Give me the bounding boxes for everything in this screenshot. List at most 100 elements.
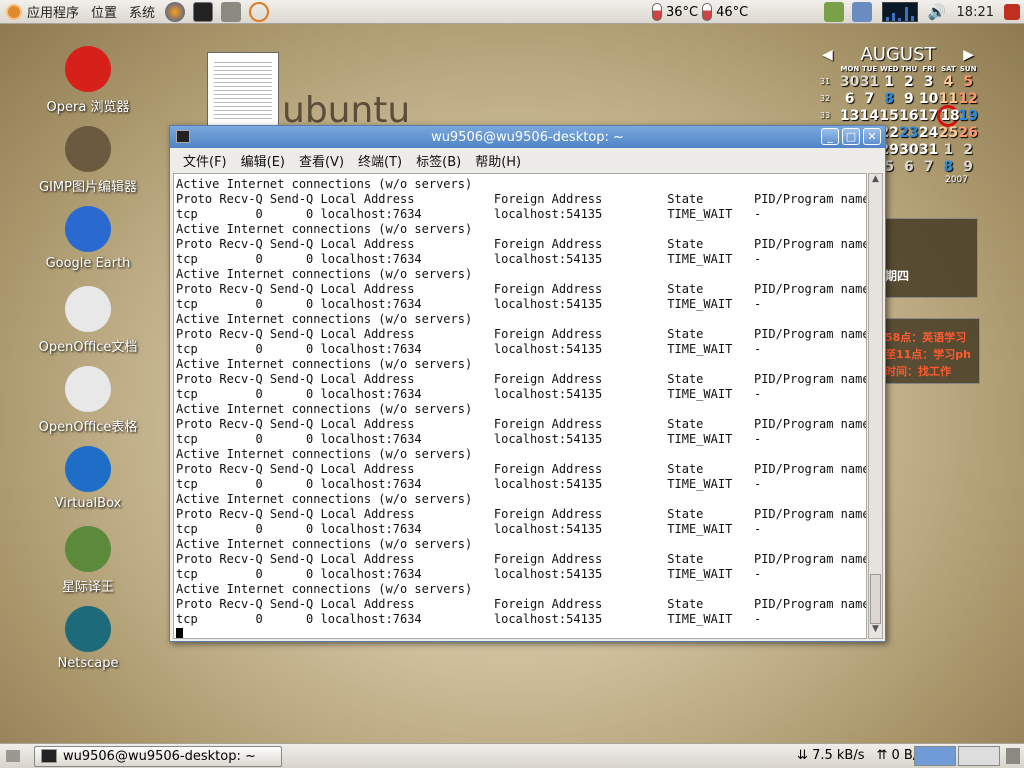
download-value: 7.5 kB/s: [812, 748, 865, 763]
desktop-icon[interactable]: Netscape: [38, 606, 138, 671]
netspeed-monitor[interactable]: ⇊ 7.5 kB/s ⇈ 0 B/s: [797, 748, 924, 763]
calendar-day[interactable]: 26: [958, 125, 978, 141]
calendar-day[interactable]: 9: [958, 159, 978, 175]
desktop-icon[interactable]: Opera 浏览器: [38, 46, 138, 115]
maximize-button[interactable]: □: [842, 128, 860, 145]
calendar-day[interactable]: 1: [939, 142, 959, 158]
workspace-switcher[interactable]: [914, 746, 1000, 766]
terminal-line: Active Internet connections (w/o servers…: [176, 267, 473, 281]
terminal-menu-item[interactable]: 编辑(E): [241, 151, 285, 170]
calendar-day[interactable]: 23: [899, 125, 919, 141]
calendar-day[interactable]: 19: [958, 108, 978, 124]
clock[interactable]: 18:21: [957, 5, 994, 20]
prev-month-icon[interactable]: ◀: [822, 47, 833, 63]
calendar-dow: FRI: [922, 65, 936, 73]
calendar-day[interactable]: 2: [958, 142, 978, 158]
calendar-day[interactable]: 14: [859, 108, 879, 124]
terminal-output[interactable]: Active Internet connections (w/o servers…: [173, 173, 867, 639]
terminal-menu-item[interactable]: 文件(F): [183, 151, 227, 170]
window-title: wu9506@wu9506-desktop: ~: [431, 129, 624, 145]
opera-icon: [65, 46, 111, 92]
calendar-day[interactable]: 2: [899, 74, 919, 90]
network-icon[interactable]: [851, 2, 872, 22]
desktop-icon[interactable]: Google Earth: [38, 206, 138, 271]
terminal-line: Active Internet connections (w/o servers…: [176, 312, 473, 326]
terminal-scrollbar[interactable]: ▲ ▼: [868, 173, 883, 639]
desktop-icon[interactable]: VirtualBox: [38, 446, 138, 511]
document-thumbnail[interactable]: [207, 52, 279, 128]
terminal-line: tcp 0 0 localhost:7634 localhost:54135 T…: [176, 432, 762, 446]
calendar-day[interactable]: 17: [919, 108, 939, 124]
workspace-1[interactable]: [914, 746, 956, 766]
calendar-day[interactable]: 7: [919, 159, 939, 175]
terminal-line: tcp 0 0 localhost:7634 localhost:54135 T…: [176, 252, 762, 266]
scrollbar-thumb[interactable]: [870, 574, 881, 624]
terminal-icon[interactable]: [193, 1, 214, 22]
places-menu[interactable]: 位置: [85, 0, 123, 24]
applications-menu[interactable]: 应用程序: [0, 0, 85, 24]
trash-icon[interactable]: [1006, 748, 1020, 764]
system-monitor[interactable]: [881, 2, 918, 22]
terminal-line: Proto Recv-Q Send-Q Local Address Foreig…: [176, 237, 867, 251]
calendar-day[interactable]: 3: [919, 74, 939, 90]
system-menu[interactable]: 系统: [123, 0, 161, 24]
calendar-day[interactable]: 15: [879, 108, 899, 124]
desktop-icon[interactable]: OpenOffice文档: [38, 286, 138, 355]
calendar-day[interactable]: 6: [840, 91, 860, 107]
workspace-2[interactable]: [958, 746, 1000, 766]
desktop-icon-label: Google Earth: [45, 256, 131, 271]
calendar-day[interactable]: 7: [860, 91, 880, 107]
terminal-menu-item[interactable]: 终端(T): [358, 151, 402, 170]
terminal-menu-item[interactable]: 标签(B): [416, 151, 461, 170]
screenshot-icon[interactable]: [221, 1, 242, 22]
desktop-icon[interactable]: OpenOffice表格: [38, 366, 138, 435]
minimize-button[interactable]: _: [821, 128, 839, 145]
calendar-dow: SUN: [959, 65, 977, 73]
calendar-day[interactable]: 13: [840, 108, 860, 124]
calendar-day[interactable]: 30: [840, 74, 860, 90]
calendar-day[interactable]: 31: [919, 142, 939, 158]
scroll-up-icon[interactable]: ▲: [869, 174, 882, 188]
calendar-day[interactable]: 31: [860, 74, 880, 90]
window-titlebar[interactable]: wu9506@wu9506-desktop: ~ _ □ ✕: [170, 126, 885, 148]
calendar-dow: SAT: [941, 65, 956, 73]
next-month-icon[interactable]: ▶: [963, 47, 974, 63]
cpu-temp: 36°C: [666, 4, 699, 20]
calendar-day[interactable]: 25: [939, 125, 959, 141]
terminal-line: Proto Recv-Q Send-Q Local Address Foreig…: [176, 417, 867, 431]
calendar-day[interactable]: 24: [919, 125, 939, 141]
volume-icon[interactable]: 🔊: [928, 3, 947, 21]
calendar-day[interactable]: 1: [879, 74, 899, 90]
scroll-down-icon[interactable]: ▼: [869, 624, 882, 638]
desktop-icon-label: 星际译王: [61, 580, 114, 595]
terminal-menu-item[interactable]: 查看(V): [299, 151, 344, 170]
terminal-icon[interactable]: [176, 130, 190, 143]
terminal-line: Active Internet connections (w/o servers…: [176, 222, 473, 236]
key-icon[interactable]: [249, 1, 270, 22]
calendar-today[interactable]: 18: [937, 104, 960, 127]
desktop-icon-label: VirtualBox: [54, 496, 122, 511]
calendar-day[interactable]: 16: [899, 108, 919, 124]
logout-icon[interactable]: [1004, 4, 1020, 20]
firefox-icon[interactable]: [165, 1, 186, 22]
calendar-day[interactable]: 9: [899, 91, 919, 107]
calendar-day[interactable]: 5: [958, 74, 978, 90]
show-desktop-icon[interactable]: [6, 750, 20, 762]
desktop-icon-label: Netscape: [57, 656, 119, 671]
calendar-day[interactable]: 30: [899, 142, 919, 158]
desktop-icon[interactable]: GIMP图片编辑器: [38, 126, 138, 195]
terminal-line: Active Internet connections (w/o servers…: [176, 582, 473, 596]
terminal-menu-item[interactable]: 帮助(H): [475, 151, 521, 170]
taskbar-button-terminal[interactable]: wu9506@wu9506-desktop: ~: [34, 745, 282, 767]
close-button[interactable]: ✕: [863, 128, 881, 145]
terminal-line: Proto Recv-Q Send-Q Local Address Foreig…: [176, 372, 867, 386]
calendar-day[interactable]: 12: [958, 91, 978, 107]
dictionary-icon: [65, 526, 111, 572]
calendar-day[interactable]: 6: [899, 159, 919, 175]
desktop-icon[interactable]: 星际译王: [38, 526, 138, 595]
calendar-day[interactable]: 8: [939, 159, 959, 175]
update-icon[interactable]: [823, 2, 844, 22]
calendar-day[interactable]: 10: [919, 91, 939, 107]
calendar-day[interactable]: 4: [939, 74, 959, 90]
calendar-day[interactable]: 8: [879, 91, 899, 107]
